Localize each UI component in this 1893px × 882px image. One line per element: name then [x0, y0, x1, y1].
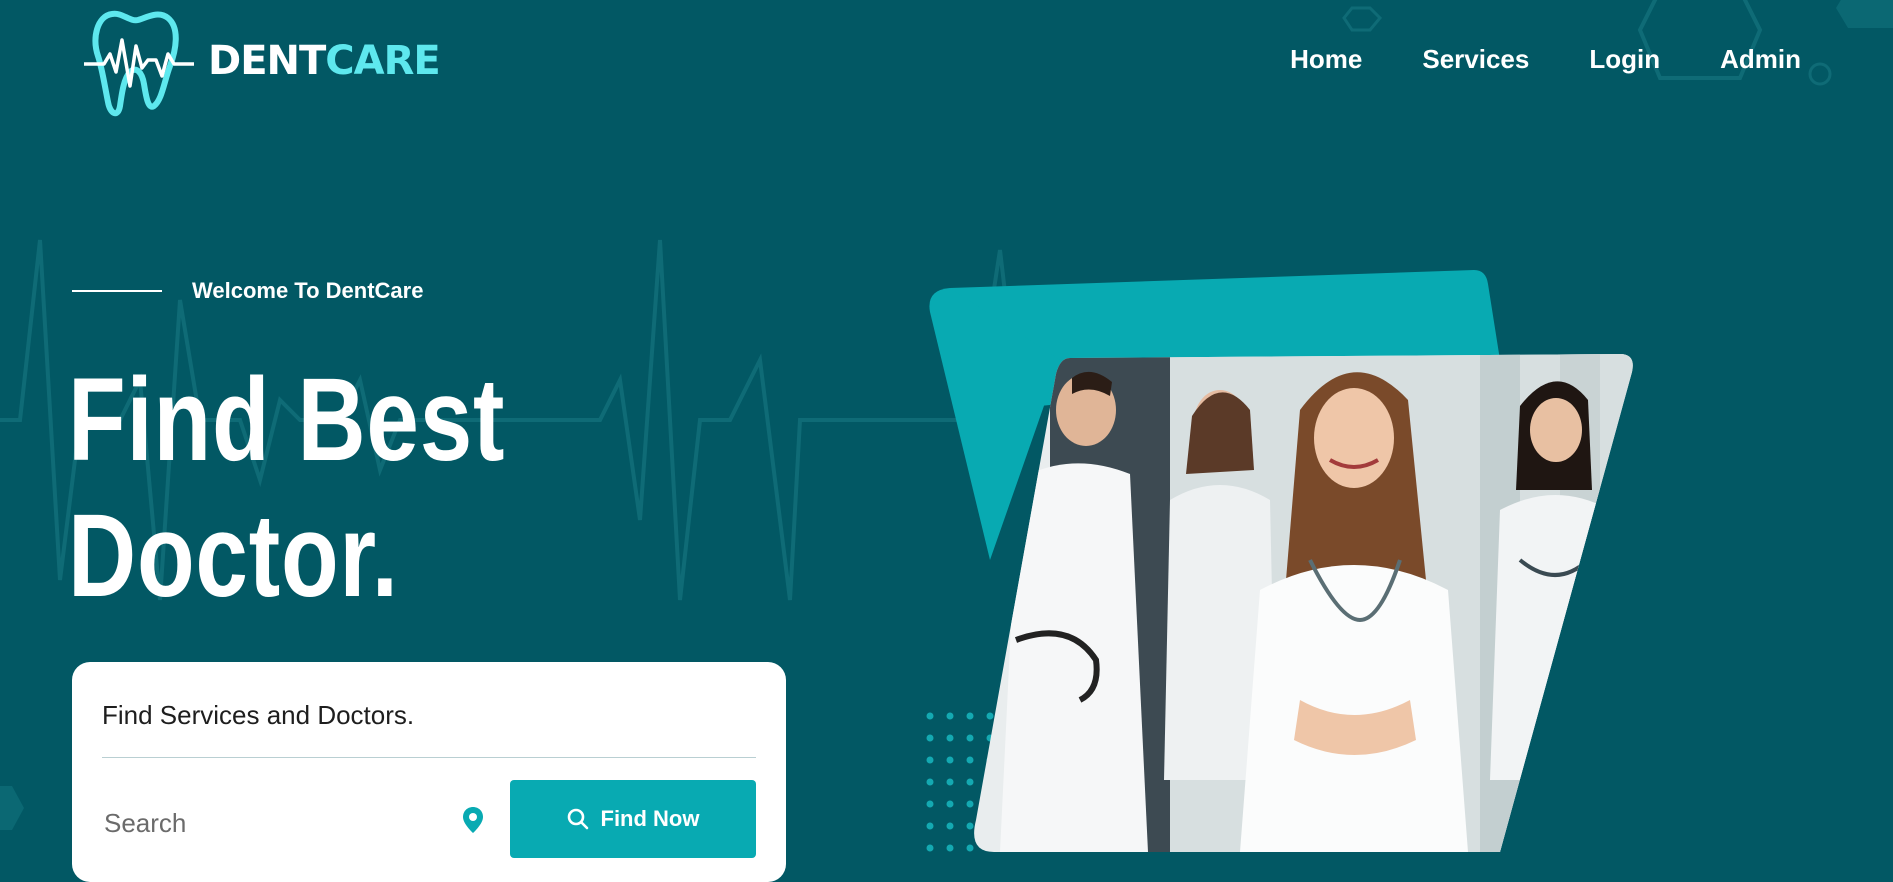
search-card-heading: Find Services and Doctors.: [102, 700, 415, 730]
brand-name-part1: DENT: [208, 38, 326, 84]
ring-decoration: [1808, 62, 1832, 86]
search-card: Find Services and Doctors. Find Now: [72, 662, 786, 882]
find-now-label: Find Now: [600, 806, 700, 831]
hexagon-decoration: [1342, 6, 1383, 32]
search-icon: [567, 808, 588, 830]
nav-services-link[interactable]: Services: [1422, 44, 1529, 75]
hexagon-decoration: [0, 786, 24, 830]
map-pin-icon[interactable]: [462, 806, 484, 834]
welcome-text: Welcome To DentCare: [192, 278, 424, 303]
nav-admin-link[interactable]: Admin: [1720, 44, 1801, 75]
nav-home-link[interactable]: Home: [1290, 44, 1362, 75]
brand-logo[interactable]: DENTCARE: [82, 6, 462, 124]
main-nav: Home Services Login Admin: [1290, 44, 1801, 75]
hero-doctors-visual: [926, 270, 1633, 852]
hero-title-line1: Find Best: [68, 354, 506, 486]
brand-name: DENTCARE: [208, 38, 441, 84]
hero-title: Find Best Doctor.: [68, 352, 505, 624]
hexagon-decoration: [1836, 0, 1893, 28]
welcome-eyebrow: Welcome To DentCare: [72, 278, 423, 304]
tooth-heartbeat-logo-icon: [84, 10, 194, 117]
find-now-button[interactable]: Find Now: [510, 780, 756, 858]
search-input[interactable]: [102, 792, 436, 854]
eyebrow-line: [72, 290, 162, 292]
nav-login-link[interactable]: Login: [1589, 44, 1660, 75]
search-card-divider: [102, 757, 756, 758]
brand-name-part2: CARE: [325, 38, 440, 84]
hero-title-line2: Doctor.: [68, 490, 399, 622]
